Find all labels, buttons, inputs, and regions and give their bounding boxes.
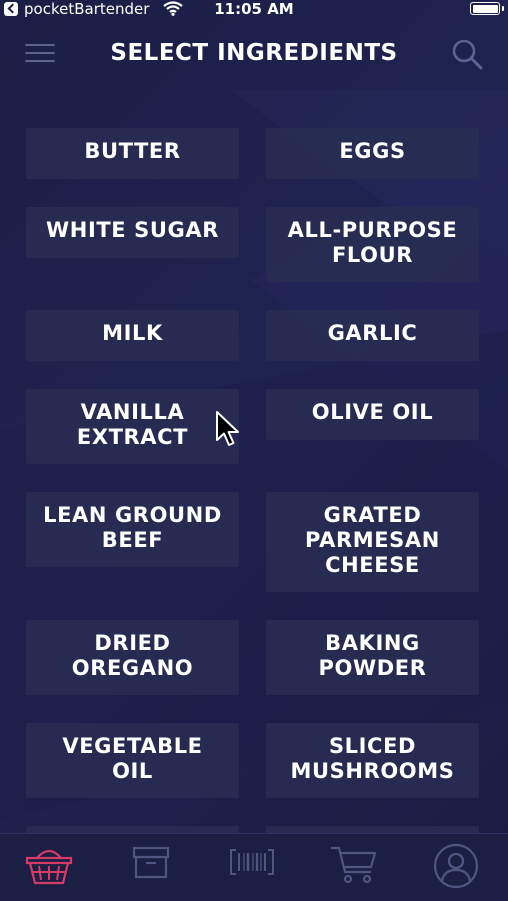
search-icon[interactable]	[450, 37, 484, 71]
status-bar: pocketBartender 11:05 AM	[0, 0, 508, 20]
ingredient-button-milk[interactable]: MILK	[26, 310, 239, 361]
app-header: SELECT INGREDIENTS	[0, 20, 508, 90]
ingredient-button-garlic[interactable]: GARLIC	[266, 310, 479, 361]
tab-pantry[interactable]	[123, 842, 179, 894]
pantry-box-icon	[132, 846, 170, 879]
bottom-tab-bar	[0, 833, 508, 901]
ingredient-button-vegetable-oil[interactable]: VEGETABLE OIL	[26, 723, 239, 798]
ingredient-button-lean-ground-beef[interactable]: LEAN GROUND BEEF	[26, 492, 239, 567]
tab-scan[interactable]	[224, 842, 280, 894]
ingredient-button-baking-powder[interactable]: BAKING POWDER	[266, 620, 479, 695]
user-profile-icon	[433, 843, 479, 889]
ingredient-button-butter[interactable]: BUTTER	[26, 128, 239, 179]
ingredient-button-dried-oregano[interactable]: DRIED OREGANO	[26, 620, 239, 695]
tab-profile[interactable]	[428, 842, 484, 894]
battery-icon	[470, 2, 504, 15]
ingredient-button-all-purpose-flour[interactable]: ALL-PURPOSE FLOUR	[266, 207, 479, 282]
ingredient-button-vanilla-extract[interactable]: VANILLA EXTRACT	[26, 389, 239, 464]
ingredient-button-eggs[interactable]: EGGS	[266, 128, 479, 179]
basket-icon	[25, 849, 73, 885]
tab-basket[interactable]	[21, 842, 77, 894]
ingredient-button-sliced-mushrooms[interactable]: SLICED MUSHROOMS	[266, 723, 479, 798]
shopping-cart-icon	[331, 846, 377, 884]
ingredient-button-olive-oil[interactable]: OLIVE OIL	[266, 389, 479, 440]
barcode-scan-icon	[230, 849, 274, 875]
ingredient-button-white-sugar[interactable]: WHITE SUGAR	[26, 207, 239, 258]
page-title: SELECT INGREDIENTS	[110, 40, 398, 66]
mouse-pointer-icon	[216, 411, 239, 446]
tab-cart[interactable]	[326, 842, 382, 894]
ingredient-button-grated-parmesan-cheese[interactable]: GRATED PARMESAN CHEESE	[266, 492, 479, 592]
status-time: 11:05 AM	[214, 0, 294, 18]
